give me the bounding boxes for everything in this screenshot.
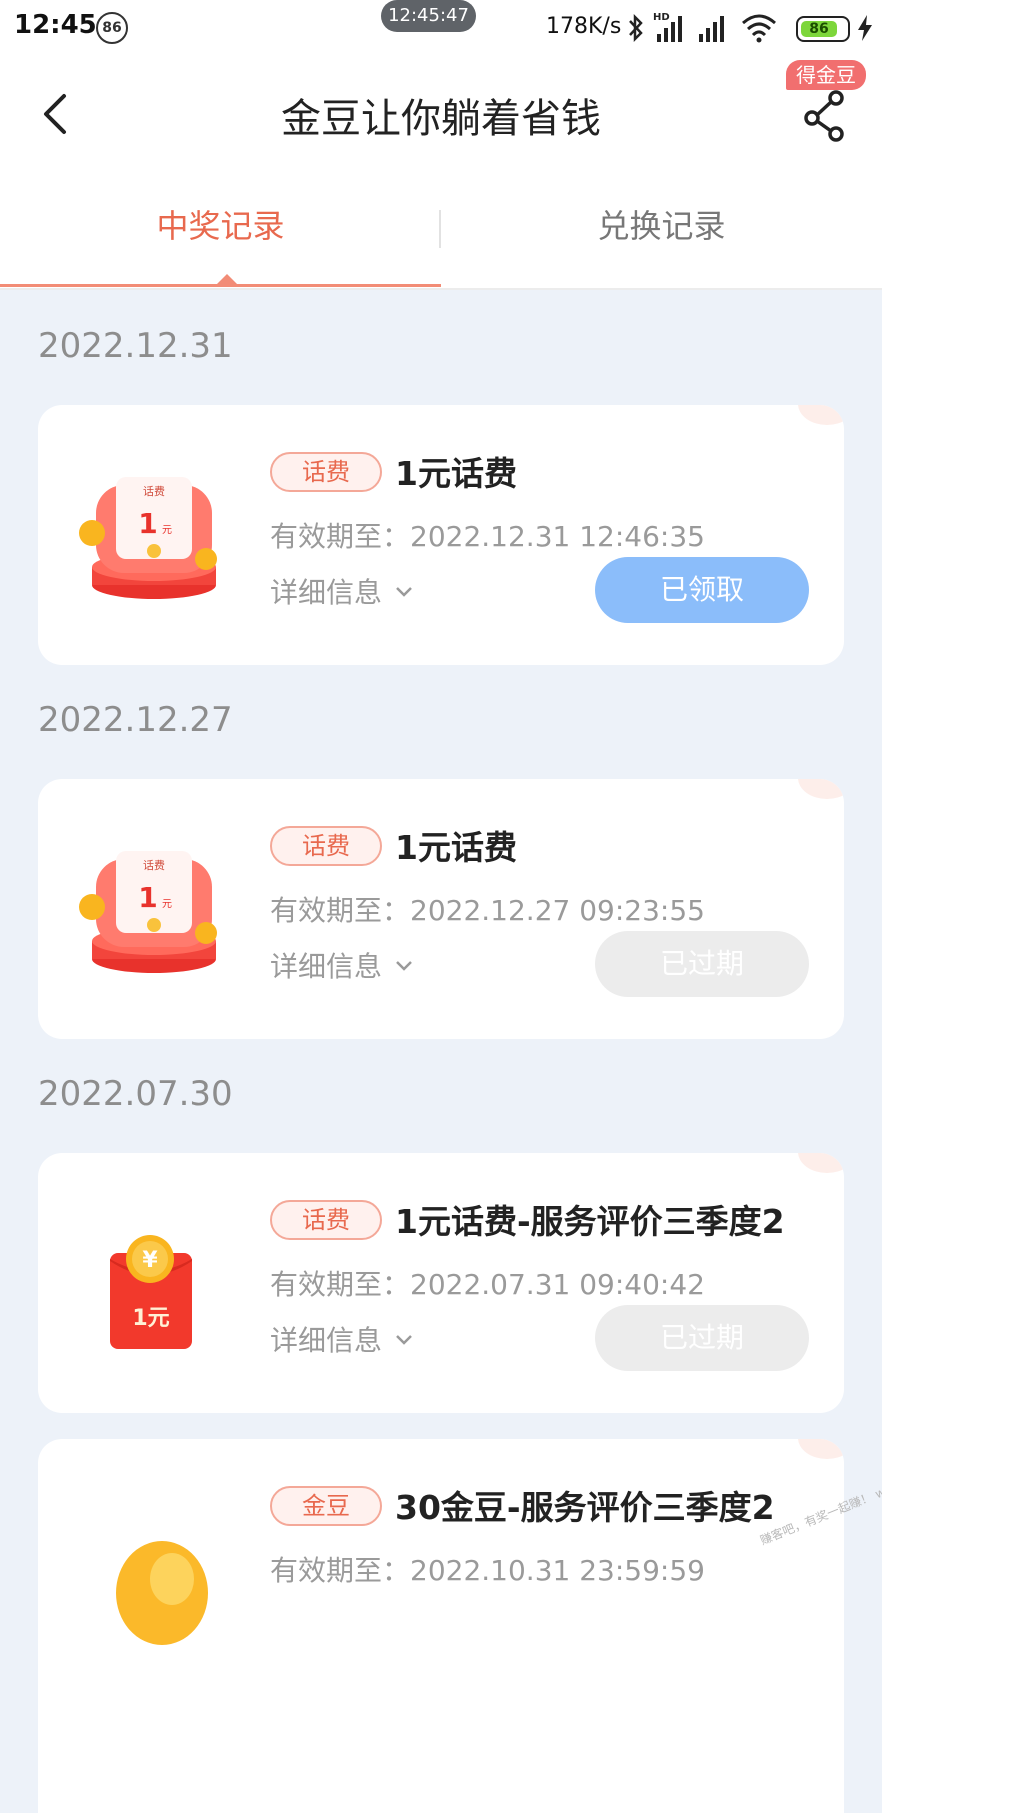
signal-icon: [699, 16, 724, 42]
details-label: 详细信息: [270, 1324, 383, 1357]
battery-level: 86: [801, 21, 837, 37]
status-icons: HD: [627, 10, 777, 46]
image-amount-text: 1: [138, 507, 157, 540]
record-tabs: 中奖记录 兑换记录: [0, 178, 882, 290]
expired-status-button[interactable]: 已过期: [595, 931, 809, 997]
image-amount-text: 1: [138, 881, 157, 914]
claimed-status-button[interactable]: 已领取: [595, 557, 809, 623]
category-tag: 话费: [270, 826, 382, 866]
validity-value: 2022.12.31 12:46:35: [410, 520, 705, 553]
corner-decoration: [798, 405, 844, 425]
corner-decoration: [798, 779, 844, 799]
category-tag: 话费: [270, 452, 382, 492]
validity-text: 有效期至：2022.10.31 23:59:59: [270, 1549, 705, 1589]
validity-text: 有效期至：2022.12.31 12:46:35: [270, 515, 705, 555]
chevron-down-icon: [396, 961, 412, 971]
prize-title: 1元话费: [395, 828, 517, 867]
battery-icon: 86: [796, 16, 850, 42]
page-title: 金豆让你躺着省钱: [281, 96, 601, 142]
red-envelope-icon: ¥ 1元: [110, 1235, 192, 1349]
validity-label: 有效期至：: [270, 1554, 411, 1587]
corner-decoration: [798, 1153, 844, 1173]
details-toggle[interactable]: 详细信息: [270, 571, 414, 611]
date-heading: 2022.12.27: [38, 700, 233, 740]
details-toggle[interactable]: 详细信息: [270, 945, 414, 985]
notification-count-badge: 86: [96, 12, 128, 44]
prize-card: 金豆 30金豆-服务评价三季度2 有效期至：2022.10.31 23:59:5…: [38, 1439, 844, 1813]
details-label: 详细信息: [270, 576, 383, 609]
validity-value: 2022.12.27 09:23:55: [410, 894, 705, 927]
navigation-header: 金豆让你躺着省钱 得金豆: [0, 58, 882, 178]
phone-credit-redpacket-icon: 话费 1 元: [79, 851, 217, 973]
details-label: 详细信息: [270, 950, 383, 983]
category-tag: 话费: [270, 1200, 382, 1240]
validity-text: 有效期至：2022.07.31 09:40:42: [270, 1263, 705, 1303]
validity-label: 有效期至：: [270, 1268, 411, 1301]
validity-value: 2022.07.31 09:40:42: [410, 1268, 705, 1301]
image-unit-text: 元: [162, 525, 172, 536]
blank-side-area: [882, 0, 1020, 1813]
image-tag-text: 话费: [143, 485, 165, 498]
bluetooth-icon: [629, 13, 643, 43]
prize-title: 1元话费: [395, 454, 517, 493]
share-button[interactable]: [796, 86, 856, 142]
prize-card: ¥ 1元 话费 1元话费-服务评价三季度2 有效期至：2022.07.31 09…: [38, 1153, 844, 1413]
status-time: 12:45: [14, 10, 97, 40]
tab-exchange-records[interactable]: 兑换记录: [441, 178, 882, 288]
image-amount-text: 1元: [132, 1306, 169, 1331]
hd-signal-icon: HD: [653, 12, 689, 44]
tab-prize-records[interactable]: 中奖记录: [0, 178, 441, 288]
corner-decoration: [798, 1439, 844, 1459]
prize-card: 话费 1 元 话费 1元话费 有效期至：2022.12.31 12:46:35 …: [38, 405, 844, 665]
app-screen: 12:45 86 12:45:47 178K/s HD 86 金豆让你躺着省钱 …: [0, 0, 882, 1813]
clock-pill: 12:45:47: [381, 0, 476, 32]
details-toggle[interactable]: 详细信息: [270, 1319, 414, 1359]
image-unit-text: 元: [162, 899, 172, 910]
charging-icon: [858, 15, 872, 41]
date-heading: 2022.07.30: [38, 1074, 233, 1114]
expired-status-button[interactable]: 已过期: [595, 1305, 809, 1371]
network-speed: 178K/s: [546, 14, 622, 39]
chevron-down-icon: [396, 587, 412, 597]
validity-value: 2022.10.31 23:59:59: [410, 1554, 705, 1587]
date-heading: 2022.12.31: [38, 326, 233, 366]
wifi-icon: [742, 14, 776, 43]
share-icon: [804, 90, 844, 142]
status-bar: 12:45 86 12:45:47 178K/s HD 86: [0, 0, 882, 58]
validity-text: 有效期至：2022.12.27 09:23:55: [270, 889, 705, 929]
earn-coins-badge[interactable]: 得金豆: [786, 60, 866, 90]
prize-card: 话费 1 元 话费 1元话费 有效期至：2022.12.27 09:23:55 …: [38, 779, 844, 1039]
validity-label: 有效期至：: [270, 520, 411, 553]
prize-title: 1元话费-服务评价三季度2: [395, 1202, 785, 1241]
coin-symbol: ¥: [142, 1248, 158, 1273]
category-tag: 金豆: [270, 1486, 382, 1526]
gold-coin-mascot-icon: [116, 1541, 208, 1645]
chevron-down-icon: [396, 1335, 412, 1345]
prize-title: 30金豆-服务评价三季度2: [395, 1488, 775, 1527]
validity-label: 有效期至：: [270, 894, 411, 927]
phone-credit-redpacket-icon: 话费 1 元: [79, 477, 217, 599]
image-tag-text: 话费: [143, 859, 165, 872]
active-tab-caret: [216, 274, 238, 285]
